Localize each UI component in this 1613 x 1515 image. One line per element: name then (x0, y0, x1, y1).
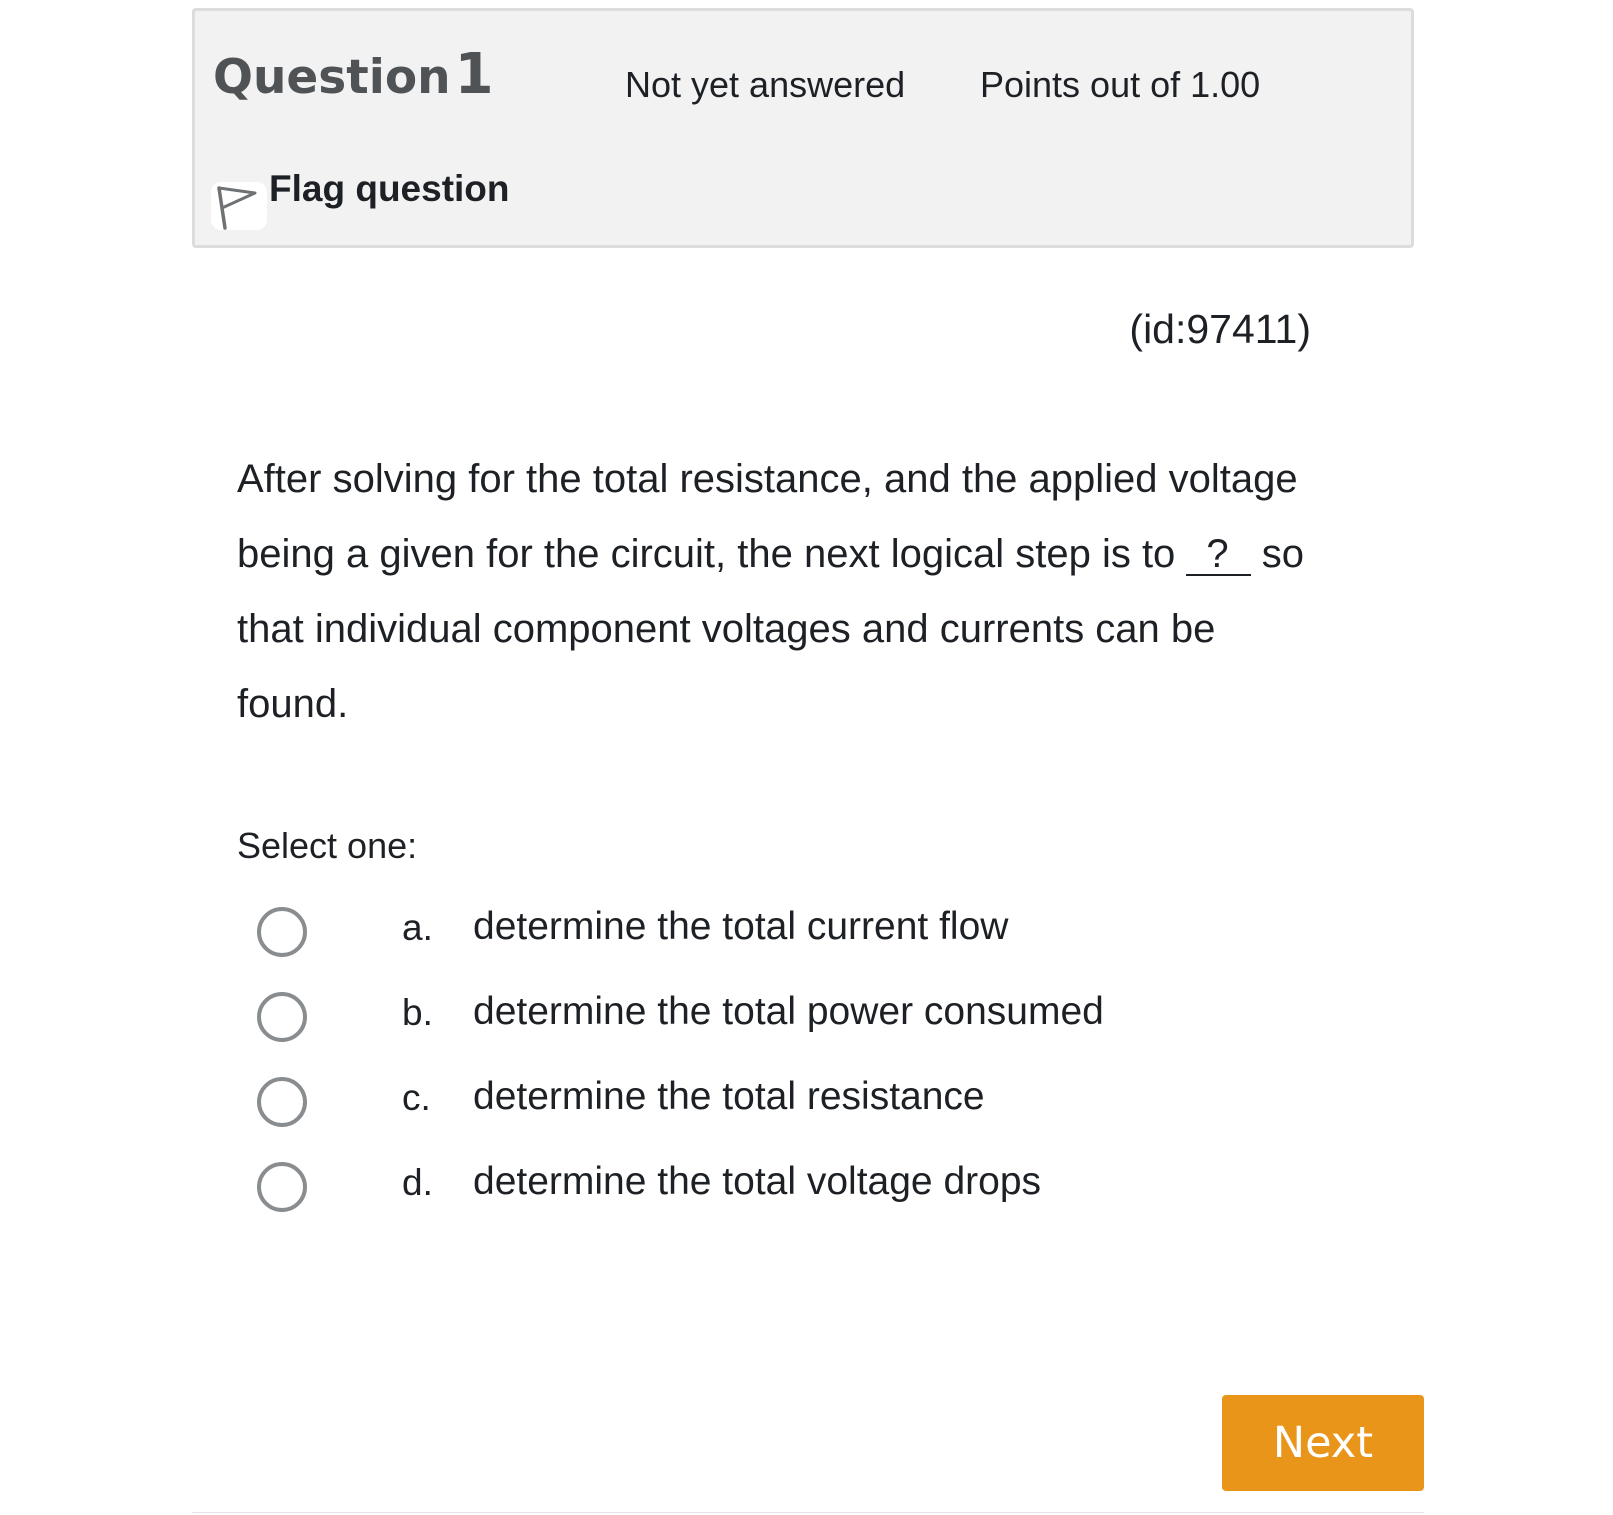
answer-c-text[interactable]: determine the total resistance (473, 1075, 985, 1119)
question-info-box: Question1 Not yet answered Points out of… (192, 8, 1414, 248)
answer-c-letter: c. (402, 1077, 431, 1118)
answer-b-radio[interactable] (257, 992, 307, 1042)
question-text: After solving for the total resistance, … (237, 442, 1317, 742)
answer-option-d[interactable]: d. determine the total voltage drops (237, 1155, 1337, 1240)
answer-d-letter: d. (402, 1162, 433, 1203)
answer-c-radio[interactable] (257, 1077, 307, 1127)
answer-option-c[interactable]: c. determine the total resistance (237, 1070, 1337, 1155)
question-text-before: After solving for the total resistance, … (237, 457, 1298, 576)
answer-option-b[interactable]: b. determine the total power consumed (237, 985, 1337, 1070)
question-title: Question1 (213, 45, 494, 108)
answer-b-text[interactable]: determine the total power consumed (473, 990, 1104, 1034)
flag-question-toggle[interactable]: Flag question (211, 161, 510, 231)
answer-d-text[interactable]: determine the total voltage drops (473, 1160, 1041, 1204)
question-blank: ? (1186, 534, 1251, 576)
next-button[interactable]: Next (1222, 1395, 1424, 1491)
flag-icon[interactable] (211, 182, 267, 230)
answer-a-letter: a. (402, 907, 433, 948)
answer-d-radio[interactable] (257, 1162, 307, 1212)
question-number: 1 (454, 42, 494, 107)
question-id: (id:97411) (1129, 306, 1311, 352)
answer-option-a[interactable]: a. determine the total current flow (237, 900, 1337, 985)
answer-a-text[interactable]: determine the total current flow (473, 905, 1008, 949)
answer-list: a. determine the total current flow b. d… (237, 900, 1337, 1240)
select-one-prompt: Select one: (237, 825, 418, 866)
answer-a-radio[interactable] (257, 907, 307, 957)
answer-b-letter: b. (402, 992, 433, 1033)
question-state: Not yet answered (625, 64, 906, 105)
flag-question-label[interactable]: Flag question (269, 167, 510, 211)
bottom-divider (192, 1512, 1424, 1513)
question-label: Question (213, 50, 451, 105)
question-points: Points out of 1.00 (980, 64, 1261, 105)
